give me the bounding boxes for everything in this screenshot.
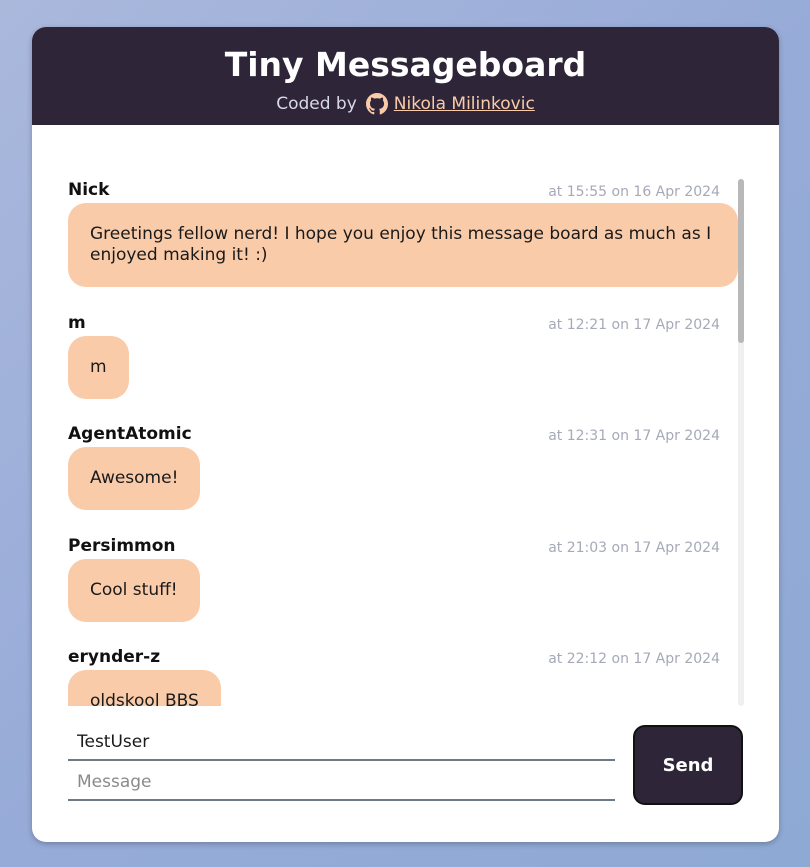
header: Tiny Messageboard Coded by Nikola Milink… — [32, 27, 779, 125]
username-input[interactable] — [68, 724, 615, 761]
message-bubble: m — [68, 336, 129, 399]
message-author: erynder-z — [68, 647, 161, 667]
byline: Coded by Nikola Milinkovic — [32, 93, 779, 115]
list-item: m at 12:21 on 17 Apr 2024 m — [68, 312, 738, 399]
message-author: m — [68, 313, 86, 333]
list-item: erynder-z at 22:12 on 17 Apr 2024 oldsko… — [68, 646, 738, 706]
message-timestamp: at 22:12 on 17 Apr 2024 — [548, 651, 720, 667]
page-title: Tiny Messageboard — [224, 45, 587, 84]
message-timestamp: at 12:21 on 17 Apr 2024 — [548, 317, 720, 333]
send-button[interactable]: Send — [633, 725, 743, 805]
author-link[interactable]: Nikola Milinkovic — [394, 93, 535, 115]
message-bubble: Awesome! — [68, 447, 201, 510]
message-timestamp: at 12:31 on 17 Apr 2024 — [548, 428, 720, 444]
compose-form — [68, 724, 615, 801]
message-bubble: Cool stuff! — [68, 559, 200, 622]
message-bubble: Greetings fellow nerd! I hope you enjoy … — [68, 203, 738, 287]
list-item: Nick at 15:55 on 16 Apr 2024 Greetings f… — [68, 179, 738, 287]
scrollbar-thumb[interactable] — [738, 179, 744, 343]
message-bubble: oldskool BBS — [68, 670, 221, 706]
messageboard-card: Tiny Messageboard Coded by Nikola Milink… — [32, 27, 779, 842]
message-timestamp: at 21:03 on 17 Apr 2024 — [548, 540, 720, 556]
github-icon — [365, 93, 388, 115]
message-list[interactable]: Nick at 15:55 on 16 Apr 2024 Greetings f… — [68, 179, 744, 706]
message-author: Nick — [68, 180, 110, 200]
list-item: Persimmon at 21:03 on 17 Apr 2024 Cool s… — [68, 535, 738, 622]
list-item: AgentAtomic at 12:31 on 17 Apr 2024 Awes… — [68, 423, 738, 510]
coded-by-label: Coded by — [276, 94, 357, 114]
message-timestamp: at 15:55 on 16 Apr 2024 — [548, 184, 720, 200]
message-author: Persimmon — [68, 536, 176, 556]
scrollbar[interactable] — [738, 179, 744, 706]
message-author: AgentAtomic — [68, 424, 192, 444]
message-input[interactable] — [68, 764, 615, 801]
